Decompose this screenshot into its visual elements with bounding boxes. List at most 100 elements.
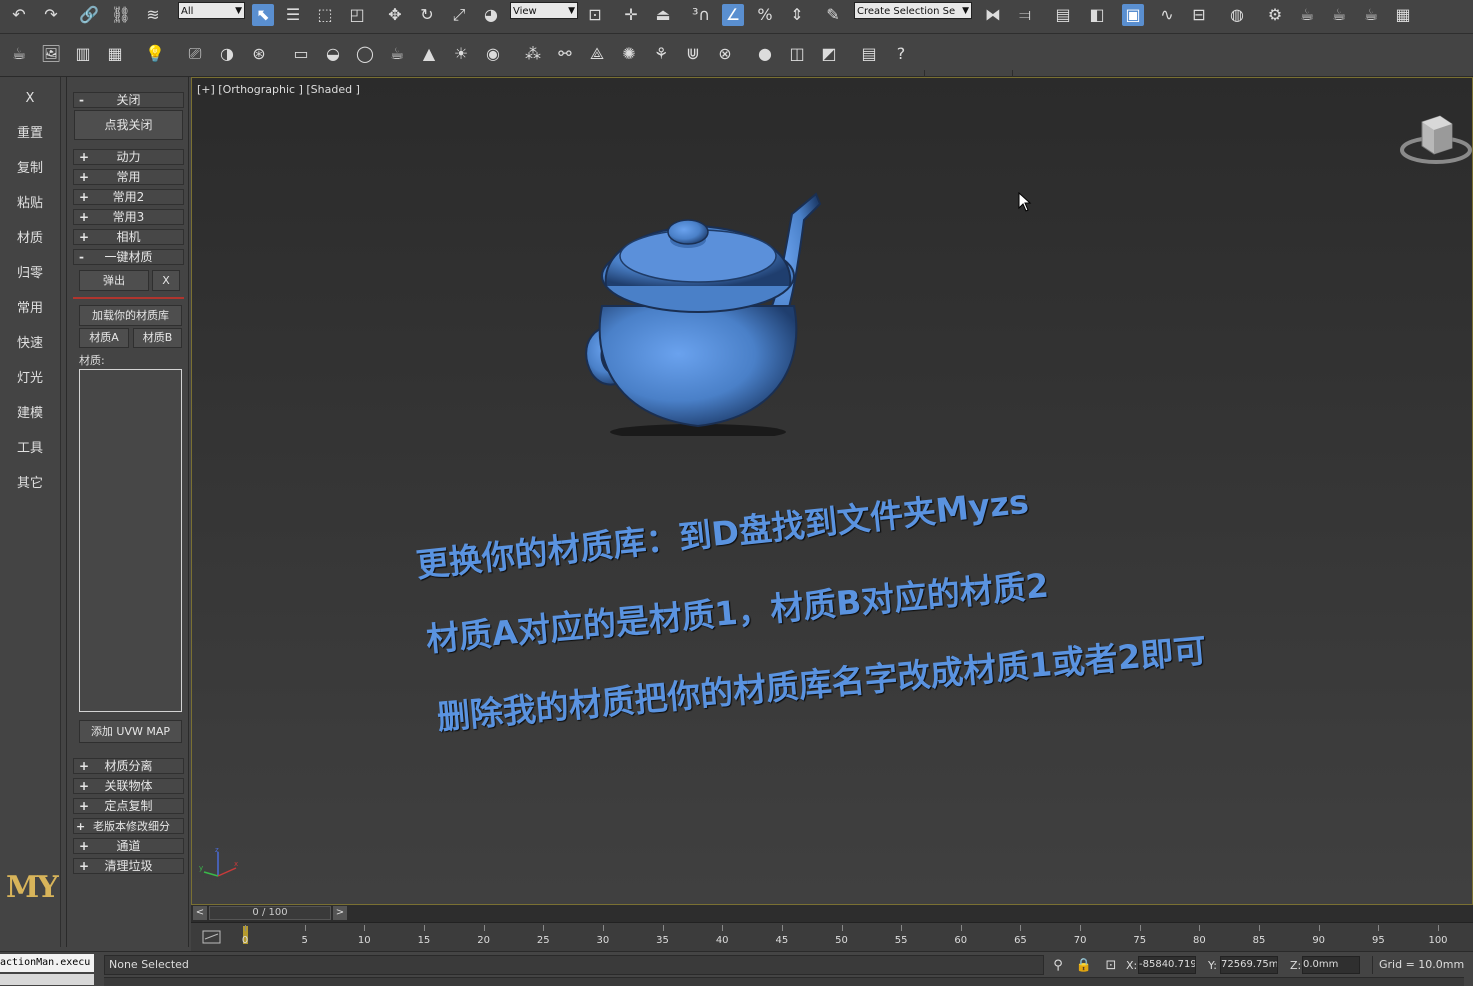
help-icon[interactable]: ? xyxy=(890,43,912,65)
zipper-icon[interactable]: ⊗ xyxy=(714,43,736,65)
lock-icon[interactable]: 🔒 xyxy=(1073,955,1095,977)
graphite-ribbon-icon[interactable]: ◧ xyxy=(1086,4,1108,26)
teapot-model[interactable] xyxy=(572,186,832,436)
reference-coord-dropdown[interactable]: View ▼ xyxy=(510,2,578,19)
redo-icon[interactable]: ↷ xyxy=(40,4,62,26)
proxy-icon[interactable]: ⁂ xyxy=(522,43,544,65)
viewcube-icon[interactable] xyxy=(1400,110,1472,170)
rollout-material-split[interactable]: + 材质分离 xyxy=(73,758,184,774)
rotate-icon[interactable]: ↻ xyxy=(416,4,438,26)
calculator-icon[interactable]: ▥ xyxy=(72,43,94,65)
select-object-icon[interactable]: ⬉ xyxy=(252,4,274,26)
time-slider-thumb[interactable]: 0 / 100 xyxy=(209,906,331,920)
rollout-one-key-material[interactable]: - 一键材质 xyxy=(73,249,184,265)
rollout-common-2[interactable]: + 常用2 xyxy=(73,189,184,205)
scene-explorer-icon[interactable]: ▣ xyxy=(1122,4,1144,26)
render-window-icon[interactable]: ▦ xyxy=(1392,4,1414,26)
picture-icon[interactable]: 🖼 xyxy=(40,43,62,65)
vfb-icon[interactable]: ◩ xyxy=(818,43,840,65)
link-icon[interactable]: 🔗 xyxy=(78,4,100,26)
material-ball-icon[interactable]: ● xyxy=(754,43,776,65)
quick-item-modeling[interactable]: 建模 xyxy=(0,396,60,431)
quick-item-fast[interactable]: 快速 xyxy=(0,326,60,361)
material-editor-icon[interactable]: ◍ xyxy=(1226,4,1248,26)
z-coordinate-field[interactable]: 0.0mm xyxy=(1302,956,1360,974)
vray-teapot-icon[interactable]: ☕ xyxy=(386,43,408,65)
quick-item-other[interactable]: 其它 xyxy=(0,466,60,501)
absolute-mode-icon[interactable]: ⊡ xyxy=(1100,955,1122,977)
cone-icon[interactable]: ▲ xyxy=(418,43,440,65)
move-icon[interactable]: ✥ xyxy=(384,4,406,26)
next-frame-button[interactable]: > xyxy=(333,906,347,920)
window-crossing-icon[interactable]: ◰ xyxy=(346,4,368,26)
hf-displace-icon[interactable]: ⋓ xyxy=(682,43,704,65)
mirror-icon[interactable]: ⧓ xyxy=(982,4,1004,26)
quick-item-common[interactable]: 常用 xyxy=(0,291,60,326)
named-selection-dropdown[interactable]: Create Selection Se ▼ xyxy=(854,2,972,19)
rectangular-selection-icon[interactable]: ⬚ xyxy=(314,4,336,26)
sphere-light-icon[interactable]: ◯ xyxy=(354,43,376,65)
curve-editor-mini-icon[interactable] xyxy=(201,928,223,946)
add-uvw-map-button[interactable]: 添加 UVW MAP xyxy=(79,720,182,743)
angle-snap-icon[interactable]: ∠ xyxy=(722,4,744,26)
grid-panel-icon[interactable]: ▦ xyxy=(104,43,126,65)
quick-item-zero[interactable]: 归零 xyxy=(0,256,60,291)
material-b-button[interactable]: 材质B xyxy=(133,328,182,348)
plane-icon[interactable]: ▭ xyxy=(290,43,312,65)
light-bulb-icon[interactable]: 💡 xyxy=(144,43,166,65)
align-icon[interactable]: ⫤ xyxy=(1014,4,1036,26)
render-frame-icon[interactable]: ☕ xyxy=(1296,4,1318,26)
film-reel-icon[interactable]: ⊛ xyxy=(248,43,270,65)
x-coordinate-field[interactable]: -85840.719 xyxy=(1138,956,1196,974)
ies-light-icon[interactable]: ◉ xyxy=(482,43,504,65)
camera-icon[interactable]: ⎚ xyxy=(184,43,206,65)
molecule-icon[interactable]: ⚯ xyxy=(554,43,576,65)
quick-item-tools[interactable]: 工具 xyxy=(0,431,60,466)
quick-item-material[interactable]: 材质 xyxy=(0,221,60,256)
schematic-view-icon[interactable]: ⊟ xyxy=(1188,4,1210,26)
selection-filter-dropdown[interactable]: All ▼ xyxy=(178,2,245,19)
quick-close-button[interactable]: X xyxy=(0,81,60,116)
sun-icon[interactable]: ☀ xyxy=(450,43,472,65)
maxscript-listener-field-2[interactable] xyxy=(0,974,94,985)
rollout-common[interactable]: + 常用 xyxy=(73,169,184,185)
rollout-dynamics[interactable]: + 动力 xyxy=(73,149,184,165)
rollout-camera[interactable]: + 相机 xyxy=(73,229,184,245)
load-library-button[interactable]: 加载你的材质库 xyxy=(79,305,182,326)
select-manipulate-icon[interactable]: ✛ xyxy=(620,4,642,26)
teapot-icon[interactable]: ☕ xyxy=(8,43,30,65)
unlink-icon[interactable]: ⛓ xyxy=(110,4,132,26)
popup-close-button[interactable]: X xyxy=(152,270,180,291)
rollout-point-copy[interactable]: + 定点复制 xyxy=(73,798,184,814)
material-a-button[interactable]: 材质A xyxy=(79,328,129,348)
rollout-common-3[interactable]: + 常用3 xyxy=(73,209,184,225)
render-iterative-icon[interactable]: ☕ xyxy=(1360,4,1382,26)
layer-manager-icon[interactable]: ▤ xyxy=(1052,4,1074,26)
prev-frame-button[interactable]: < xyxy=(193,906,207,920)
fur-icon[interactable]: ⚘ xyxy=(650,43,672,65)
material-listbox[interactable] xyxy=(79,369,182,712)
close-me-button[interactable]: 点我关闭 xyxy=(74,110,183,140)
y-coordinate-field[interactable]: 72569.75m xyxy=(1220,956,1278,974)
scale-icon[interactable]: ⤢ xyxy=(448,4,470,26)
rollout-clean-garbage[interactable]: + 清理垃圾 xyxy=(73,858,184,874)
keyboard-shortcut-override-icon[interactable]: ⏏ xyxy=(652,4,674,26)
edit-named-selection-icon[interactable]: ✎ xyxy=(822,4,844,26)
percent-snap-icon[interactable]: % xyxy=(754,4,776,26)
quick-item-reset[interactable]: 重置 xyxy=(0,116,60,151)
material-lib-icon[interactable]: ◫ xyxy=(786,43,808,65)
time-slider[interactable]: < 0 / 100 > xyxy=(191,905,1473,922)
quick-item-copy[interactable]: 复制 xyxy=(0,151,60,186)
dome-light-icon[interactable]: ◒ xyxy=(322,43,344,65)
viewport-label[interactable]: [+] [Orthographic ] [Shaded ] xyxy=(197,83,360,96)
settings-doc-icon[interactable]: ▤ xyxy=(858,43,880,65)
rollout-close[interactable]: - 关闭 xyxy=(73,92,184,108)
place-icon[interactable]: ◕ xyxy=(480,4,502,26)
snap-3d-icon[interactable]: ³∩ xyxy=(690,4,712,26)
gear-sphere-icon[interactable]: ✺ xyxy=(618,43,640,65)
rollout-legacy-subdiv[interactable]: + 老版本修改细分 xyxy=(73,818,184,834)
spinner-snap-icon[interactable]: ⇕ xyxy=(786,4,808,26)
pivot-center-icon[interactable]: ⊡ xyxy=(584,4,606,26)
half-sphere-icon[interactable]: ◑ xyxy=(216,43,238,65)
maxscript-listener-field[interactable]: actionMan.execu xyxy=(0,954,94,972)
